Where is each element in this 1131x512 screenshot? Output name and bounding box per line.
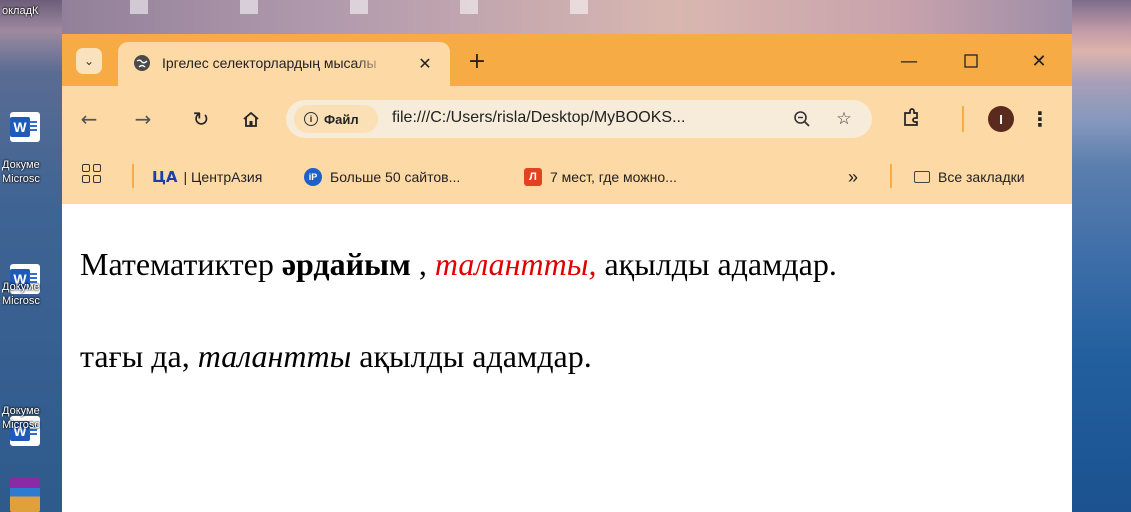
desktop-icon-label[interactable]: Докуме [2, 280, 62, 294]
text-span: , [410, 246, 435, 282]
text-span: ақылды адамдар. [596, 246, 837, 282]
home-icon[interactable] [236, 104, 266, 134]
l-logo-icon: Л [524, 168, 542, 186]
centrasia-logo: ЦА [152, 168, 178, 186]
extensions-icon[interactable] [898, 105, 924, 131]
reload-icon[interactable]: ↻ [186, 104, 216, 134]
browser-window: ⌄ Іргелес селекторлардың мысалы ✕ + — ✕ … [62, 34, 1072, 512]
desktop-right-wallpaper [1072, 0, 1131, 512]
url-text[interactable]: file:///C:/Users/risla/Desktop/MyBOOKS..… [392, 109, 772, 127]
bookmarks-bar: ЦА | ЦентрАзия iP Больше 50 сайтов... Л … [62, 150, 1072, 204]
apps-grid-icon[interactable] [82, 164, 104, 186]
close-icon[interactable]: ✕ [414, 52, 436, 74]
desktop-icon-sublabel[interactable]: Microsc [2, 294, 62, 308]
desktop-left-strip: окладК W Докуме Microsc W Докуме Microsc… [0, 0, 62, 512]
word-doc-icon[interactable]: W [10, 112, 40, 142]
winrar-icon[interactable] [10, 478, 40, 512]
globe-icon [134, 55, 150, 71]
bookmark-label: Больше 50 сайтов... [330, 169, 461, 185]
bookmarks-divider [132, 164, 134, 188]
bookmark-label: 7 мест, где можно... [550, 169, 677, 185]
desktop-icon-label[interactable]: Докуме [2, 158, 62, 172]
desktop-icon-label[interactable]: Докуме [2, 404, 62, 418]
ip-logo-icon: iP [304, 168, 322, 186]
bookmark-label: | ЦентрАзия [183, 169, 263, 185]
back-arrow-icon[interactable]: ← [74, 104, 104, 134]
minimize-button[interactable]: — [894, 48, 924, 74]
site-info-chip[interactable]: i Файл [294, 105, 378, 133]
bookmark-star-icon[interactable]: ☆ [832, 107, 856, 131]
menu-dots-icon[interactable]: ⋮ [1030, 106, 1050, 132]
all-bookmarks-label: Все закладки [938, 169, 1025, 185]
all-bookmarks-button[interactable]: Все закладки [914, 166, 1025, 188]
maximize-icon [964, 54, 978, 68]
forward-arrow-icon[interactable]: → [128, 104, 158, 134]
bookmark-7-places[interactable]: Л 7 мест, где можно... [524, 166, 677, 188]
tab-active[interactable]: Іргелес селекторлардың мысалы ✕ [118, 42, 450, 86]
close-window-button[interactable]: ✕ [1024, 48, 1054, 74]
profile-avatar[interactable]: I [988, 106, 1014, 132]
desktop-top-strip [0, 0, 1131, 34]
page-content: Математиктер әрдайым , талантты, ақылды … [62, 204, 1072, 512]
chevron-down-icon: ⌄ [83, 54, 95, 68]
desktop-icons-row [130, 0, 610, 14]
bookmarks-overflow-icon[interactable]: » [848, 166, 858, 188]
desktop-icon-sublabel[interactable]: Microsc [2, 172, 62, 186]
bookmark-centrasia[interactable]: ЦА | ЦентрАзия [152, 166, 262, 188]
desktop-icon-sublabel[interactable]: Microsc [2, 418, 62, 432]
site-chip-label: Файл [324, 111, 359, 127]
paragraph-1: Математиктер әрдайым , талантты, ақылды … [80, 246, 837, 283]
zoom-icon[interactable] [790, 107, 814, 131]
desktop-icon-label[interactable]: окладК [2, 4, 62, 18]
info-icon: i [304, 112, 318, 126]
italic-text: талантты [197, 338, 352, 374]
folder-icon [914, 171, 930, 183]
text-span: Математиктер [80, 246, 282, 282]
bold-text: әрдайым [281, 246, 411, 282]
tab-search-button[interactable]: ⌄ [76, 48, 102, 74]
toolbar-divider [962, 106, 964, 132]
bookmarks-divider [890, 164, 892, 188]
new-tab-button[interactable]: + [464, 48, 490, 74]
red-italic-text: талантты, [434, 246, 597, 282]
address-bar[interactable]: i Файл file:///C:/Users/risla/Desktop/My… [286, 100, 872, 138]
title-bar: ⌄ Іргелес селекторлардың мысалы ✕ + — ✕ [62, 34, 1072, 86]
tab-title: Іргелес селекторлардың мысалы [162, 55, 377, 71]
text-span: ақылды адамдар. [351, 338, 592, 374]
paragraph-2: тағы да, талантты ақылды адамдар. [80, 338, 592, 375]
bookmark-50-sites[interactable]: iP Больше 50 сайтов... [304, 166, 460, 188]
toolbar: ← → ↻ i Файл file:///C:/Users/risla/Desk… [62, 86, 1072, 150]
text-span: тағы да, [80, 338, 198, 374]
maximize-button[interactable] [956, 48, 986, 74]
